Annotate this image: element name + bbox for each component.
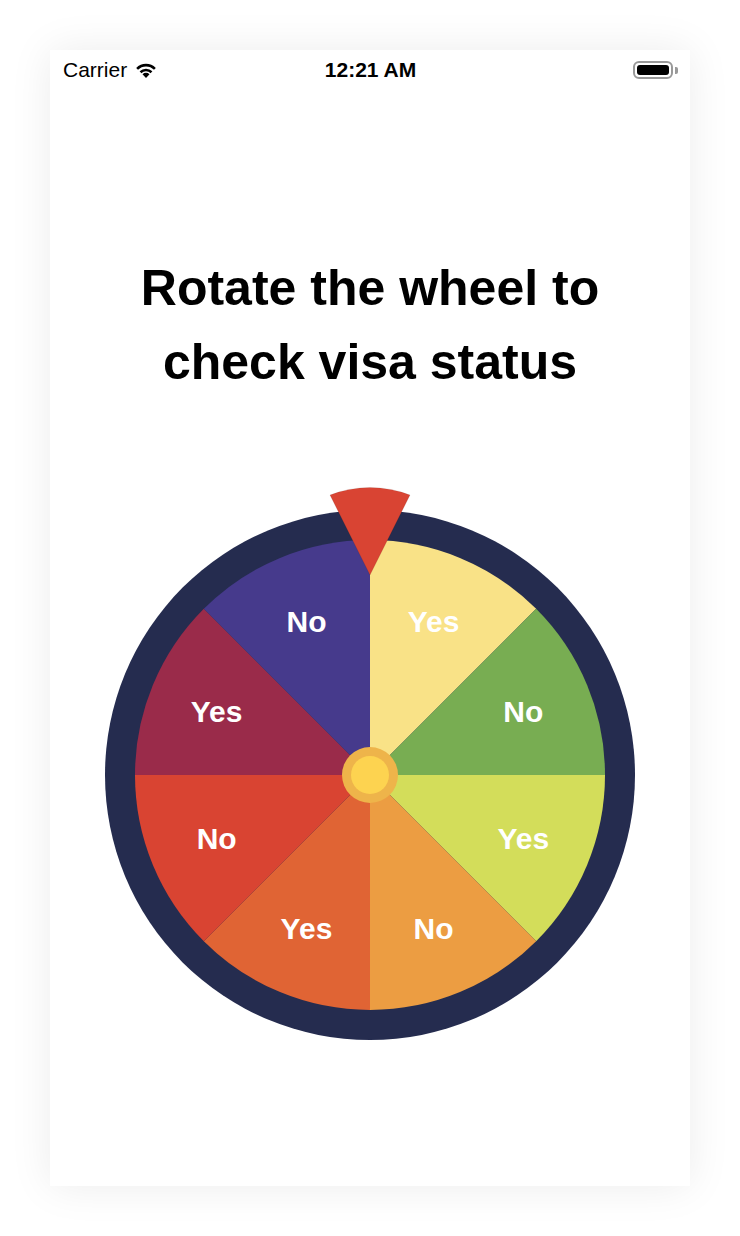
segment-label: Yes [281, 912, 333, 945]
segment-label: No [197, 822, 237, 855]
segment-label: No [503, 695, 543, 728]
segment-label: Yes [191, 695, 243, 728]
wheel-segment: No [135, 775, 370, 941]
wheel-segment: No [204, 540, 370, 775]
segment-label: Yes [408, 605, 460, 638]
wifi-icon [134, 61, 158, 79]
battery-icon [633, 61, 678, 79]
spin-wheel[interactable]: Yes No Yes No Yes No Yes No [100, 475, 640, 1045]
phone-screen: Carrier 12:21 AM Rotate the wheel to check… [50, 50, 690, 1186]
carrier-label: Carrier [63, 58, 127, 82]
segment-label: No [286, 605, 326, 638]
segment-fill [204, 540, 370, 775]
battery-cap [675, 67, 678, 74]
carrier: Carrier [63, 58, 325, 82]
clock: 12:21 AM [325, 58, 416, 82]
segment-label: No [414, 912, 454, 945]
title: Rotate the wheel to check visa status [70, 251, 670, 399]
battery-body [633, 61, 673, 79]
hub-center [351, 756, 389, 794]
wheel-segment: No [370, 609, 605, 775]
segment-fill [135, 775, 370, 941]
pointer-icon [330, 487, 410, 575]
wheel-rim [105, 510, 635, 1040]
segment-label: Yes [497, 822, 549, 855]
battery-fill [637, 65, 669, 75]
page: Carrier 12:21 AM Rotate the wheel to check… [0, 0, 740, 1236]
segment-fill [370, 609, 605, 775]
wheel-hub [342, 747, 398, 803]
status-bar: Carrier 12:21 AM [50, 50, 690, 90]
segment-fill [370, 775, 536, 1010]
wheel-segment: No [370, 775, 536, 1010]
